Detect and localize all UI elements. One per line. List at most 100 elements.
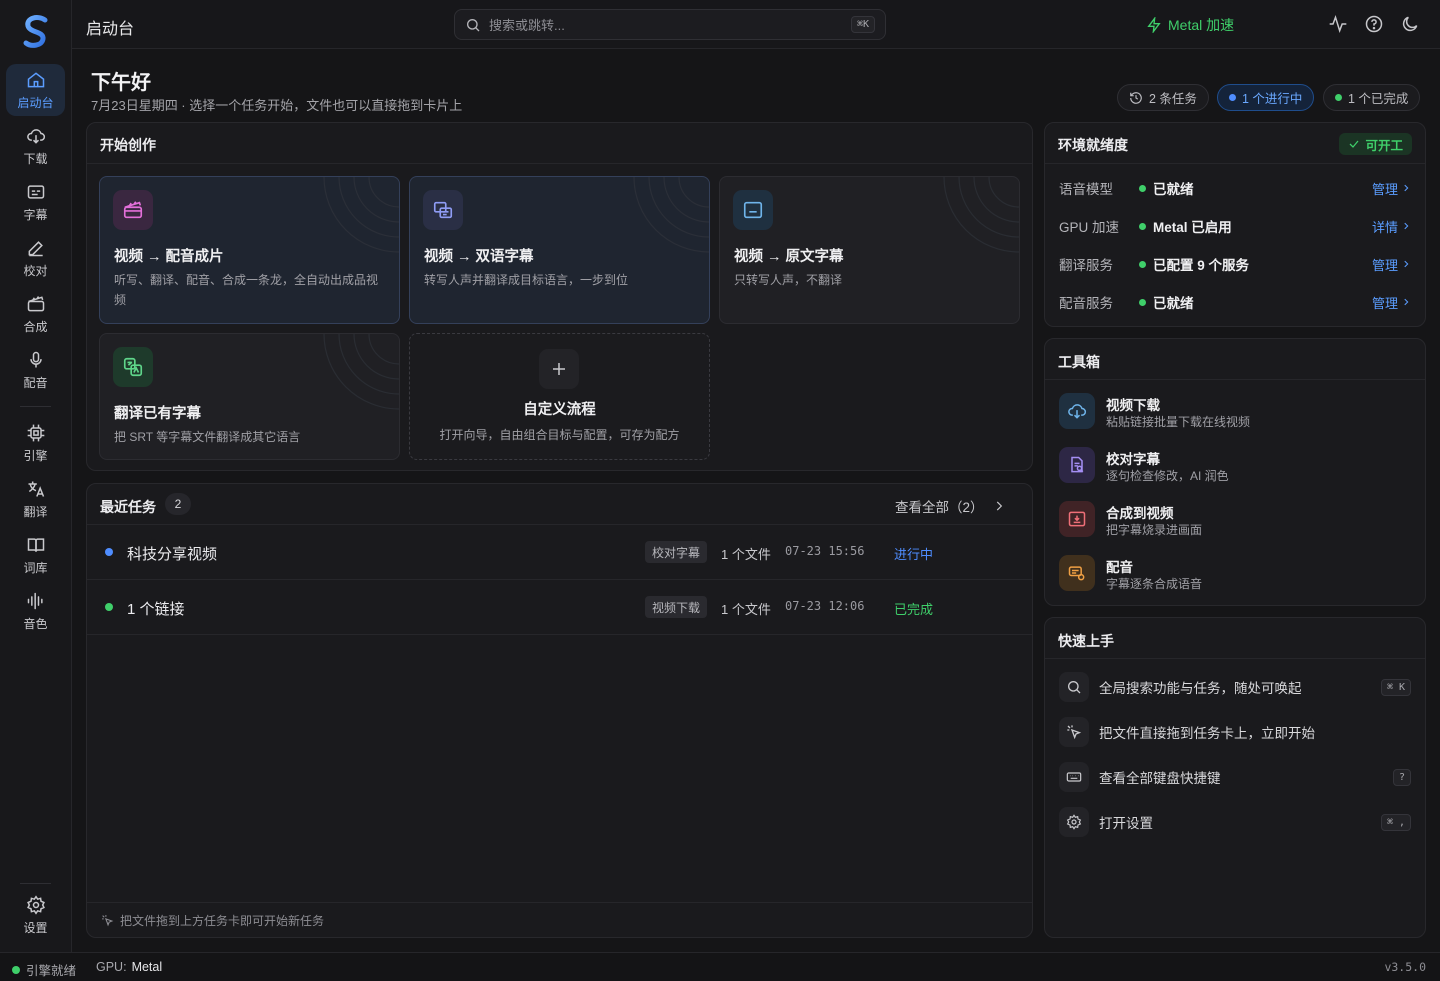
done-count-pill[interactable]: 1 个已完成 [1323, 84, 1421, 111]
task-row[interactable]: 1 个链接 视频下载 1 个文件 07-23 12:06 已完成 [87, 580, 1032, 635]
env-details-link[interactable]: 详情 [1372, 217, 1411, 236]
quickstart-item-search[interactable]: 全局搜索功能与任务，随处可唤起 ⌘ K [1059, 670, 1411, 704]
tasks-count-label: 2 条任务 [1149, 92, 1197, 106]
card-desc: 听写、翻译、配音、合成一条龙，全自动出成品视频 [114, 273, 379, 307]
running-count-pill[interactable]: 1 个进行中 [1217, 84, 1315, 111]
sidebar-item-dubbing[interactable]: 配音 [6, 344, 65, 396]
home-icon [27, 71, 44, 87]
task-row[interactable]: 科技分享视频 校对字幕 1 个文件 07-23 15:56 进行中 [87, 525, 1032, 580]
tool-burn-in[interactable]: 合成到视频 把字幕烧录进画面 [1059, 497, 1411, 543]
running-count-label: 1 个进行中 [1242, 92, 1303, 106]
create-card-dubbed-video[interactable]: 视频 → 配音成片 听写、翻译、配音、合成一条龙，全自动出成品视频 [99, 176, 400, 324]
proofread-icon [1059, 447, 1095, 483]
create-card-original-subs[interactable]: 视频 → 原文字幕 只转写人声，不翻译 [719, 176, 1020, 324]
tool-proofread[interactable]: 校对字幕 逐句检查修改，AI 润色 [1059, 443, 1411, 489]
sidebar-item-label: 设置 [23, 920, 48, 935]
sidebar-item-proofread[interactable]: 校对 [6, 232, 65, 284]
tool-desc: 把字幕烧录进画面 [1106, 523, 1203, 537]
sidebar-item-launchpad[interactable]: 启动台 [6, 64, 65, 116]
panel-title: 快速上手 [1058, 633, 1114, 649]
quickstart-panel: 快速上手 全局搜索功能与任务，随处可唤起 ⌘ K 把文件直接拖到任务卡上，立即开… [1044, 617, 1426, 938]
tool-dubbing[interactable]: 配音 字幕逐条合成语音 [1059, 551, 1411, 597]
gpu-label: GPU: [96, 960, 127, 974]
burn-in-icon [1059, 501, 1095, 537]
card-desc: 打开向导，自由组合目标与配置，可存为配方 [439, 428, 680, 442]
link-label: 管理 [1371, 257, 1398, 273]
sidebar: 启动台 下载 字幕 校对 合成 配音 引擎 翻译 词库 音色 设置 [0, 0, 72, 952]
chevron-right-icon [996, 501, 1002, 511]
env-row-dubbing: 配音服务 已就绪 管理 [1059, 283, 1411, 321]
activity-icon[interactable] [1328, 14, 1348, 34]
status-dot [105, 603, 113, 611]
chevron-right-icon [1404, 298, 1409, 306]
task-status: 进行中 [894, 547, 934, 562]
card-title: 视频 → 双语字幕 [424, 249, 534, 265]
sidebar-item-download[interactable]: 下载 [6, 120, 65, 172]
link-label: 详情 [1371, 219, 1398, 235]
task-time: 07-23 15:56 [785, 544, 865, 558]
sidebar-item-label: 翻译 [23, 504, 48, 519]
sidebar-item-label: 引擎 [23, 448, 48, 463]
quickstart-item-drag[interactable]: 把文件直接拖到任务卡上，立即开始 [1059, 715, 1411, 749]
sidebar-item-settings[interactable]: 设置 [6, 889, 65, 941]
help-icon[interactable] [1364, 14, 1384, 34]
bilingual-subtitle-icon [423, 190, 463, 230]
task-type-tag: 校对字幕 [645, 541, 708, 563]
clapperboard-icon [113, 190, 153, 230]
date-subline: 7月23日星期四 · 选择一个任务开始，文件也可以直接拖到卡片上 [91, 98, 463, 113]
custom-flow-card[interactable]: 自定义流程 打开向导，自由组合目标与配置，可存为配方 [409, 333, 710, 460]
env-row-speech-model: 语音模型 已就绪 管理 [1059, 169, 1411, 207]
caption-icon [733, 190, 773, 230]
chevron-right-icon [1404, 184, 1409, 192]
shortcut-kbd: ⌘ K [1380, 678, 1411, 696]
sidebar-item-label: 校对 [23, 263, 48, 278]
create-panel: 开始创作 视频 → 配音成片 听写、翻译、配音、合成一条龙，全自动出成品视频 视… [86, 122, 1033, 471]
metal-label: Metal 加速 [1168, 17, 1235, 33]
tool-video-download[interactable]: 视频下载 粘贴链接批量下载在线视频 [1059, 389, 1411, 435]
sidebar-item-subtitles[interactable]: 字幕 [6, 176, 65, 228]
quickstart-item-settings[interactable]: 打开设置 ⌘ , [1059, 805, 1411, 839]
sidebar-divider [20, 406, 51, 407]
theme-toggle-icon[interactable] [1400, 14, 1420, 34]
tool-title: 校对字幕 [1106, 452, 1160, 467]
sidebar-item-compose[interactable]: 合成 [6, 288, 65, 340]
sidebar-item-voices[interactable]: 音色 [6, 585, 65, 637]
create-card-translate-subs[interactable]: 翻译已有字幕 把 SRT 等字幕文件翻译成其它语言 [99, 333, 400, 460]
keyboard-icon [1059, 762, 1089, 792]
engine-status[interactable]: 引擎就绪 [12, 960, 76, 979]
env-row-gpu: GPU 加速 Metal 已启用 详情 [1059, 207, 1411, 245]
sidebar-item-engine[interactable]: 引擎 [6, 417, 65, 469]
gear-icon [1059, 807, 1089, 837]
card-title: 翻译已有字幕 [114, 406, 201, 422]
panel-title: 开始创作 [100, 137, 156, 153]
metal-accel-indicator[interactable]: Metal 加速 [1146, 15, 1234, 35]
env-manage-link[interactable]: 管理 [1372, 293, 1411, 312]
top-bar: 启动台 搜索或跳转... ⌘K Metal 加速 [72, 0, 1440, 49]
sidebar-item-glossary[interactable]: 词库 [6, 529, 65, 581]
history-icon [1130, 91, 1142, 104]
quickstart-text: 查看全部键盘快捷键 [1099, 771, 1221, 786]
download-icon [26, 128, 45, 144]
tool-title: 视频下载 [1106, 398, 1160, 413]
chevron-right-icon [1404, 222, 1409, 230]
divider [1045, 658, 1425, 659]
decorative-rings [943, 177, 1019, 253]
translate-icon [28, 481, 44, 497]
app-logo[interactable] [18, 12, 54, 52]
status-dot [1229, 94, 1236, 101]
create-card-bilingual-subs[interactable]: 视频 → 双语字幕 转写人声并翻译成目标语言，一步到位 [409, 176, 710, 324]
view-all-link[interactable]: 查看全部（2） [895, 496, 1006, 516]
tool-desc: 逐句检查修改，AI 润色 [1106, 469, 1229, 483]
env-manage-link[interactable]: 管理 [1372, 255, 1411, 274]
tool-title: 配音 [1106, 560, 1133, 575]
sidebar-item-translate[interactable]: 翻译 [6, 473, 65, 525]
greeting: 下午好 [91, 72, 151, 94]
card-desc: 转写人声并翻译成目标语言，一步到位 [424, 273, 629, 287]
search-input[interactable]: 搜索或跳转... ⌘K [454, 9, 886, 40]
status-bar: 引擎就绪 GPU: Metal v3.5.0 [0, 952, 1440, 981]
link-label: 管理 [1371, 295, 1398, 311]
quickstart-item-shortcuts[interactable]: 查看全部键盘快捷键 ? [1059, 760, 1411, 794]
task-name: 科技分享视频 [127, 546, 218, 563]
env-manage-link[interactable]: 管理 [1372, 179, 1411, 198]
tasks-count-pill[interactable]: 2 条任务 [1117, 84, 1209, 111]
